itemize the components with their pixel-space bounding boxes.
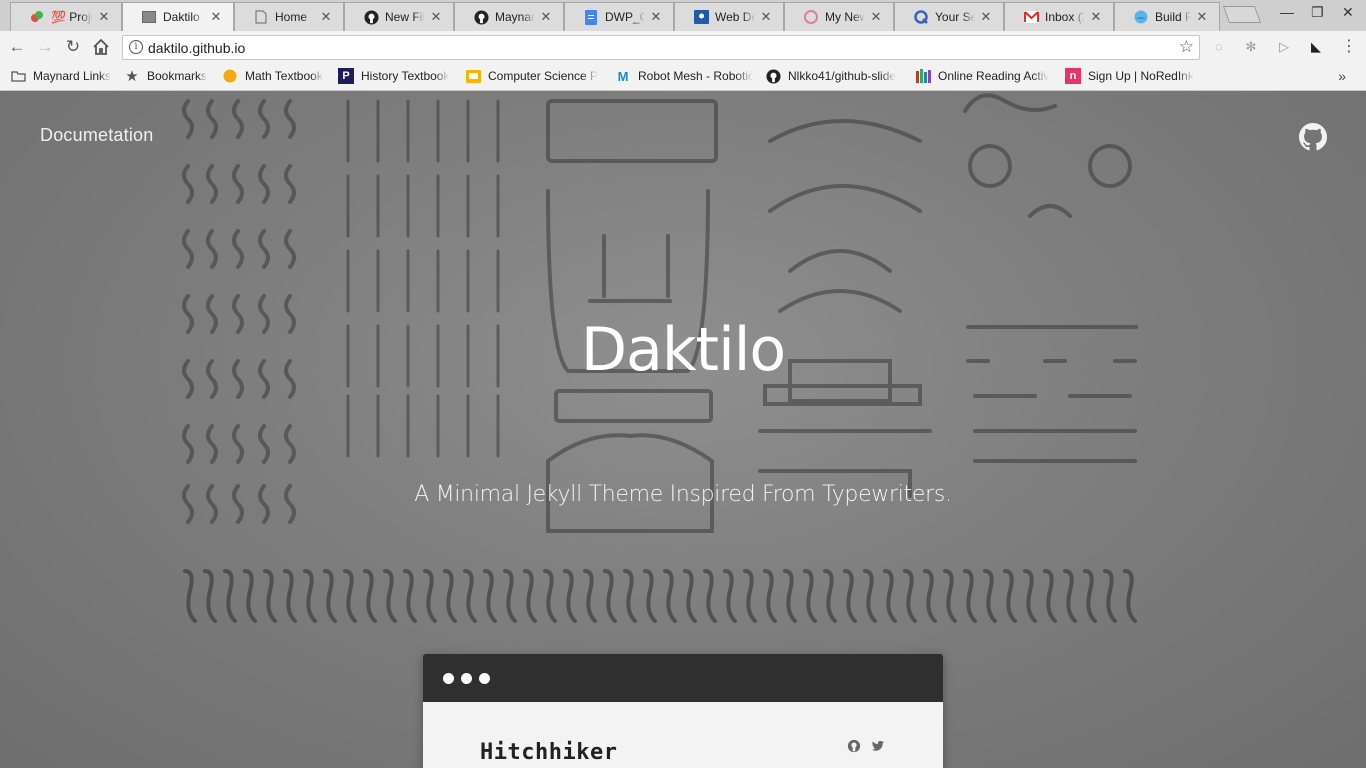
n-icon: n bbox=[1065, 68, 1081, 84]
info-icon[interactable]: i bbox=[129, 40, 143, 54]
back-icon[interactable]: ← bbox=[6, 36, 28, 58]
url-text: daktilo.github.io bbox=[148, 40, 246, 56]
bookmark-maynard-links[interactable]: Maynard Links bbox=[10, 68, 111, 84]
extension-icon[interactable]: ◌ bbox=[1211, 39, 1227, 55]
close-icon[interactable]: ✕ bbox=[429, 9, 443, 25]
menu-icon[interactable]: ⋮ bbox=[1341, 39, 1357, 55]
star-icon: ★ bbox=[125, 68, 139, 84]
globe-icon bbox=[1133, 9, 1149, 25]
tab-your-set[interactable]: Your Set ✕ bbox=[894, 2, 1004, 31]
bookmark-noredink[interactable]: n Sign Up | NoRedInk bbox=[1065, 68, 1194, 84]
close-icon[interactable]: ✕ bbox=[979, 9, 993, 25]
tab-title: 💯 Projects bbox=[51, 10, 93, 24]
card-body: Hitchhiker bbox=[423, 702, 943, 768]
reload-icon[interactable]: ↻ bbox=[62, 36, 84, 58]
close-icon[interactable]: ✕ bbox=[1195, 9, 1209, 25]
page-icon bbox=[253, 9, 269, 25]
tab-build[interactable]: Build Ro ✕ bbox=[1114, 2, 1220, 31]
github-icon[interactable] bbox=[1299, 123, 1327, 151]
folder-icon bbox=[10, 68, 26, 84]
p-icon: P bbox=[338, 68, 354, 84]
tab-title: Daktilo - A bbox=[163, 10, 205, 24]
chevron-right-icon[interactable]: » bbox=[1338, 68, 1346, 84]
shoe-icon[interactable]: ◣ bbox=[1308, 39, 1324, 55]
hero-subtitle: A Minimal Jekyll Theme Inspired From Typ… bbox=[414, 482, 952, 507]
pink-icon bbox=[803, 9, 819, 25]
bars-icon bbox=[915, 68, 931, 84]
new-tab-button[interactable] bbox=[1222, 6, 1262, 23]
m-icon: M bbox=[617, 68, 629, 84]
tab-inbox[interactable]: Inbox (36 ✕ bbox=[1004, 2, 1114, 31]
window-title-bar bbox=[423, 654, 943, 702]
bookmark-robot-mesh[interactable]: M Robot Mesh - Robotic bbox=[615, 68, 753, 84]
gear-icon[interactable]: ✻ bbox=[1243, 39, 1259, 55]
tab-title: Home bbox=[275, 10, 308, 24]
window-dot bbox=[461, 673, 472, 684]
bookmark-bookmarks[interactable]: ★ Bookmarks bbox=[124, 68, 207, 84]
close-icon[interactable]: ✕ bbox=[759, 9, 773, 25]
bookmark-online-reading[interactable]: Online Reading Activ bbox=[915, 68, 1055, 84]
star-icon[interactable]: ☆ bbox=[1179, 37, 1194, 57]
close-icon[interactable]: ✕ bbox=[649, 9, 663, 25]
close-icon[interactable]: ✕ bbox=[97, 9, 111, 25]
bookmark-history-textbook[interactable]: P History Textbook bbox=[338, 68, 449, 84]
browser-toolbar: ← → ↻ i daktilo.github.io ☆ ◌ ✻ ▷ ◣ ⋮ bbox=[0, 31, 1366, 63]
close-icon[interactable]: ✕ bbox=[319, 9, 333, 25]
tab-daktilo[interactable]: Daktilo - A ✕ bbox=[122, 2, 234, 31]
github-icon bbox=[473, 9, 489, 25]
tab-maynard[interactable]: Maynard ✕ bbox=[454, 2, 564, 31]
bookmarks-bar: Maynard Links ★ Bookmarks Math Textbook … bbox=[0, 63, 1366, 91]
colorful-bubble-icon bbox=[29, 9, 45, 25]
bookmark-math-textbook[interactable]: Math Textbook bbox=[222, 68, 323, 84]
tab-dwp[interactable]: DWP_Ch ✕ bbox=[564, 2, 674, 31]
hero-title: Daktilo bbox=[580, 315, 786, 385]
github-icon bbox=[363, 9, 379, 25]
tab-title: Inbox (36 bbox=[1045, 10, 1085, 24]
gmail-icon bbox=[1023, 9, 1039, 25]
card-title: Hitchhiker bbox=[480, 740, 618, 765]
tab-title: Your Set bbox=[935, 10, 975, 24]
tab-home[interactable]: Home ✕ bbox=[234, 2, 344, 31]
tab-title: Web Des bbox=[715, 10, 755, 24]
slides-icon bbox=[465, 68, 481, 84]
tab-my-new[interactable]: My New I ✕ bbox=[784, 2, 894, 31]
twitter-icon[interactable] bbox=[871, 739, 885, 753]
window-dot bbox=[443, 673, 454, 684]
close-window-icon[interactable]: ✕ bbox=[1342, 4, 1354, 21]
bookmark-computer-science[interactable]: Computer Science P bbox=[465, 68, 603, 84]
tab-new-file[interactable]: New File ✕ bbox=[344, 2, 454, 31]
address-bar[interactable]: i daktilo.github.io ☆ bbox=[122, 35, 1200, 60]
restore-icon[interactable]: ❐ bbox=[1311, 4, 1324, 21]
nav-documentation-link[interactable]: Documetation bbox=[40, 125, 153, 146]
tab-strip: 💯 Projects ✕ Daktilo - A ✕ Home ✕ New Fi… bbox=[0, 0, 1366, 31]
close-icon[interactable]: ✕ bbox=[1089, 9, 1103, 25]
tab-title: Maynard bbox=[495, 10, 535, 24]
docs-icon bbox=[583, 9, 599, 25]
close-icon[interactable]: ✕ bbox=[539, 9, 553, 25]
forward-icon[interactable]: → bbox=[34, 36, 56, 58]
tab-title: My New I bbox=[825, 10, 865, 24]
github-icon[interactable] bbox=[847, 739, 861, 753]
home-icon[interactable] bbox=[90, 36, 112, 58]
page-content: Documetation Daktilo A Minimal Jekyll Th… bbox=[0, 91, 1366, 768]
close-icon[interactable]: ✕ bbox=[209, 9, 223, 25]
tab-web-design[interactable]: Web Des ✕ bbox=[674, 2, 784, 31]
minimize-icon[interactable]: — bbox=[1280, 4, 1294, 20]
tab-title: New File bbox=[385, 10, 425, 24]
bookmark-github-slide[interactable]: Nlkko41/github-slide bbox=[765, 68, 903, 84]
github-icon bbox=[765, 68, 781, 84]
play-icon[interactable]: ▷ bbox=[1276, 39, 1292, 55]
tab-title: Build Ro bbox=[1155, 10, 1191, 24]
window-dot bbox=[479, 673, 490, 684]
classroom-icon bbox=[693, 9, 709, 25]
circle-icon bbox=[222, 68, 238, 84]
tab-title: DWP_Ch bbox=[605, 10, 645, 24]
theme-preview-card[interactable]: Hitchhiker bbox=[423, 654, 943, 768]
close-icon[interactable]: ✕ bbox=[869, 9, 883, 25]
page-icon bbox=[141, 9, 157, 25]
tab-projects[interactable]: 💯 Projects ✕ bbox=[10, 2, 122, 31]
q-icon bbox=[913, 9, 929, 25]
